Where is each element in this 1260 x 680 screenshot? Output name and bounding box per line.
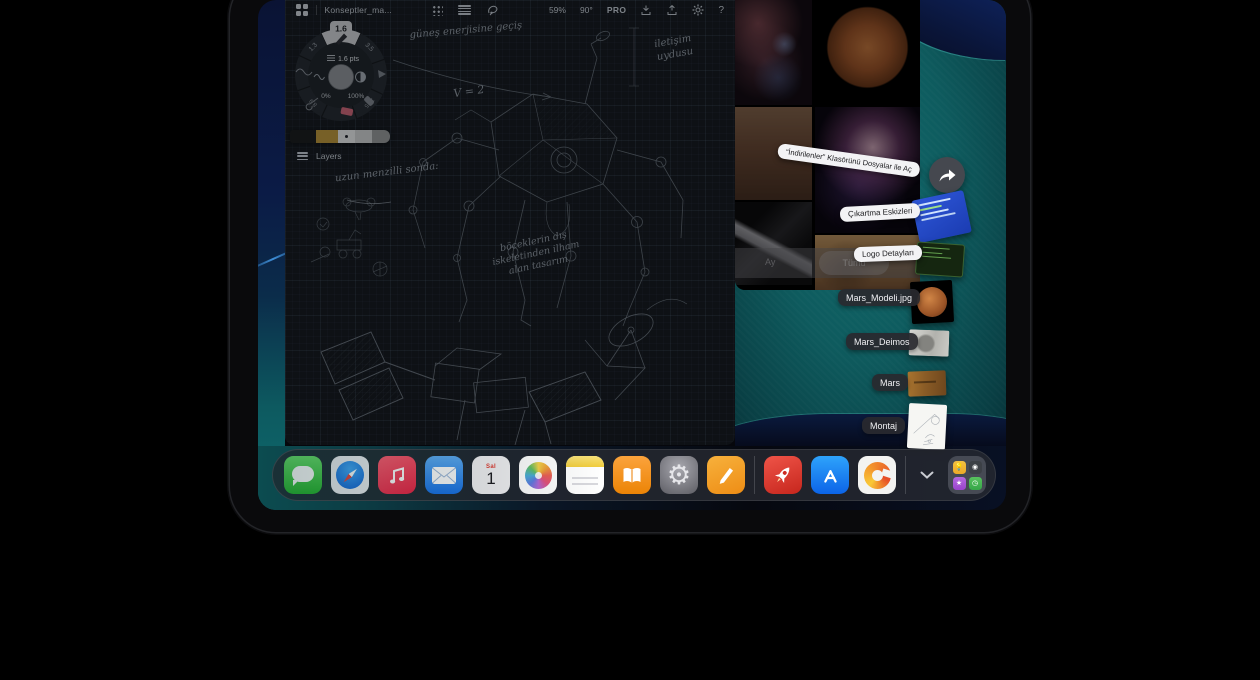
envelope-icon: [432, 467, 456, 484]
montage-sketch-thumbnail[interactable]: [907, 403, 947, 450]
messages-app-icon[interactable]: [284, 456, 322, 494]
appstore-a-icon: [817, 462, 843, 488]
dock: Sal 1 ⚙: [272, 449, 996, 501]
share-arrow-icon: [938, 167, 957, 183]
open-book-icon: [620, 463, 644, 487]
music-app-icon[interactable]: [378, 456, 416, 494]
calendar-app-icon[interactable]: Sal 1: [472, 456, 510, 494]
ipad-device-frame: güneş enerjisine geçiş iletişim uydusu V…: [230, 0, 1030, 532]
mini-clock-icon: ◷: [969, 477, 982, 490]
calendar-day: 1: [486, 470, 495, 487]
mars-deimos-filename[interactable]: Mars_Deimos: [846, 333, 918, 350]
share-action-button[interactable]: [929, 157, 965, 193]
mars-strip-thumbnail[interactable]: [908, 370, 947, 396]
sticker-sheet-blue-thumbnail[interactable]: [911, 190, 972, 243]
dock-divider-2: [905, 456, 906, 494]
stage: güneş enerjisine geçiş iletişim uydusu V…: [0, 0, 1260, 680]
safari-app-icon[interactable]: [331, 456, 369, 494]
dock-divider: [754, 456, 755, 494]
app-library-icon[interactable]: 💡◉★◷: [948, 456, 986, 494]
mini-star-icon: ★: [953, 477, 966, 490]
sticker-sheet-green-thumbnail[interactable]: [915, 241, 965, 277]
ipad-screen: güneş enerjisine geçiş iletişim uydusu V…: [258, 0, 1006, 510]
notes-app-icon[interactable]: [566, 456, 604, 494]
compass-icon: [336, 461, 364, 489]
open-downloads-action-label[interactable]: “İndirilenler” Klasörünü Dosyalar ile Aç: [777, 143, 921, 178]
sticker-sketches-label[interactable]: Çıkartma Eskizleri: [840, 203, 921, 222]
flower-icon: [525, 462, 552, 489]
logo-details-label[interactable]: Logo Detayları: [854, 245, 923, 262]
music-note-icon: [385, 463, 409, 487]
rocket-app-icon[interactable]: [764, 456, 802, 494]
gear-icon: ⚙: [667, 462, 691, 489]
photos-app-icon[interactable]: [519, 456, 557, 494]
montage-filename[interactable]: Montaj: [862, 417, 905, 434]
books-app-icon[interactable]: [613, 456, 651, 494]
mars-filename[interactable]: Mars: [872, 374, 908, 391]
chat-bubble-icon: [292, 466, 314, 482]
c-swirl-icon: [864, 462, 891, 489]
drag-items-layer: “İndirilenler” Klasörünü Dosyalar ile Aç…: [258, 0, 1006, 510]
mail-app-icon[interactable]: [425, 456, 463, 494]
app-store-icon[interactable]: [811, 456, 849, 494]
pen-icon: [713, 462, 739, 488]
concepts-app-icon[interactable]: [858, 456, 896, 494]
mini-tips-icon: 💡: [953, 461, 966, 474]
chevron-down-icon: [920, 471, 934, 479]
mini-camera-icon: ◉: [969, 461, 982, 474]
settings-app-icon[interactable]: ⚙: [660, 456, 698, 494]
dock-chevron-button[interactable]: [915, 456, 939, 494]
mars-model-filename[interactable]: Mars_Modeli.jpg: [838, 289, 920, 306]
drawing-pen-app-icon[interactable]: [707, 456, 745, 494]
rocket-icon: [765, 457, 802, 494]
